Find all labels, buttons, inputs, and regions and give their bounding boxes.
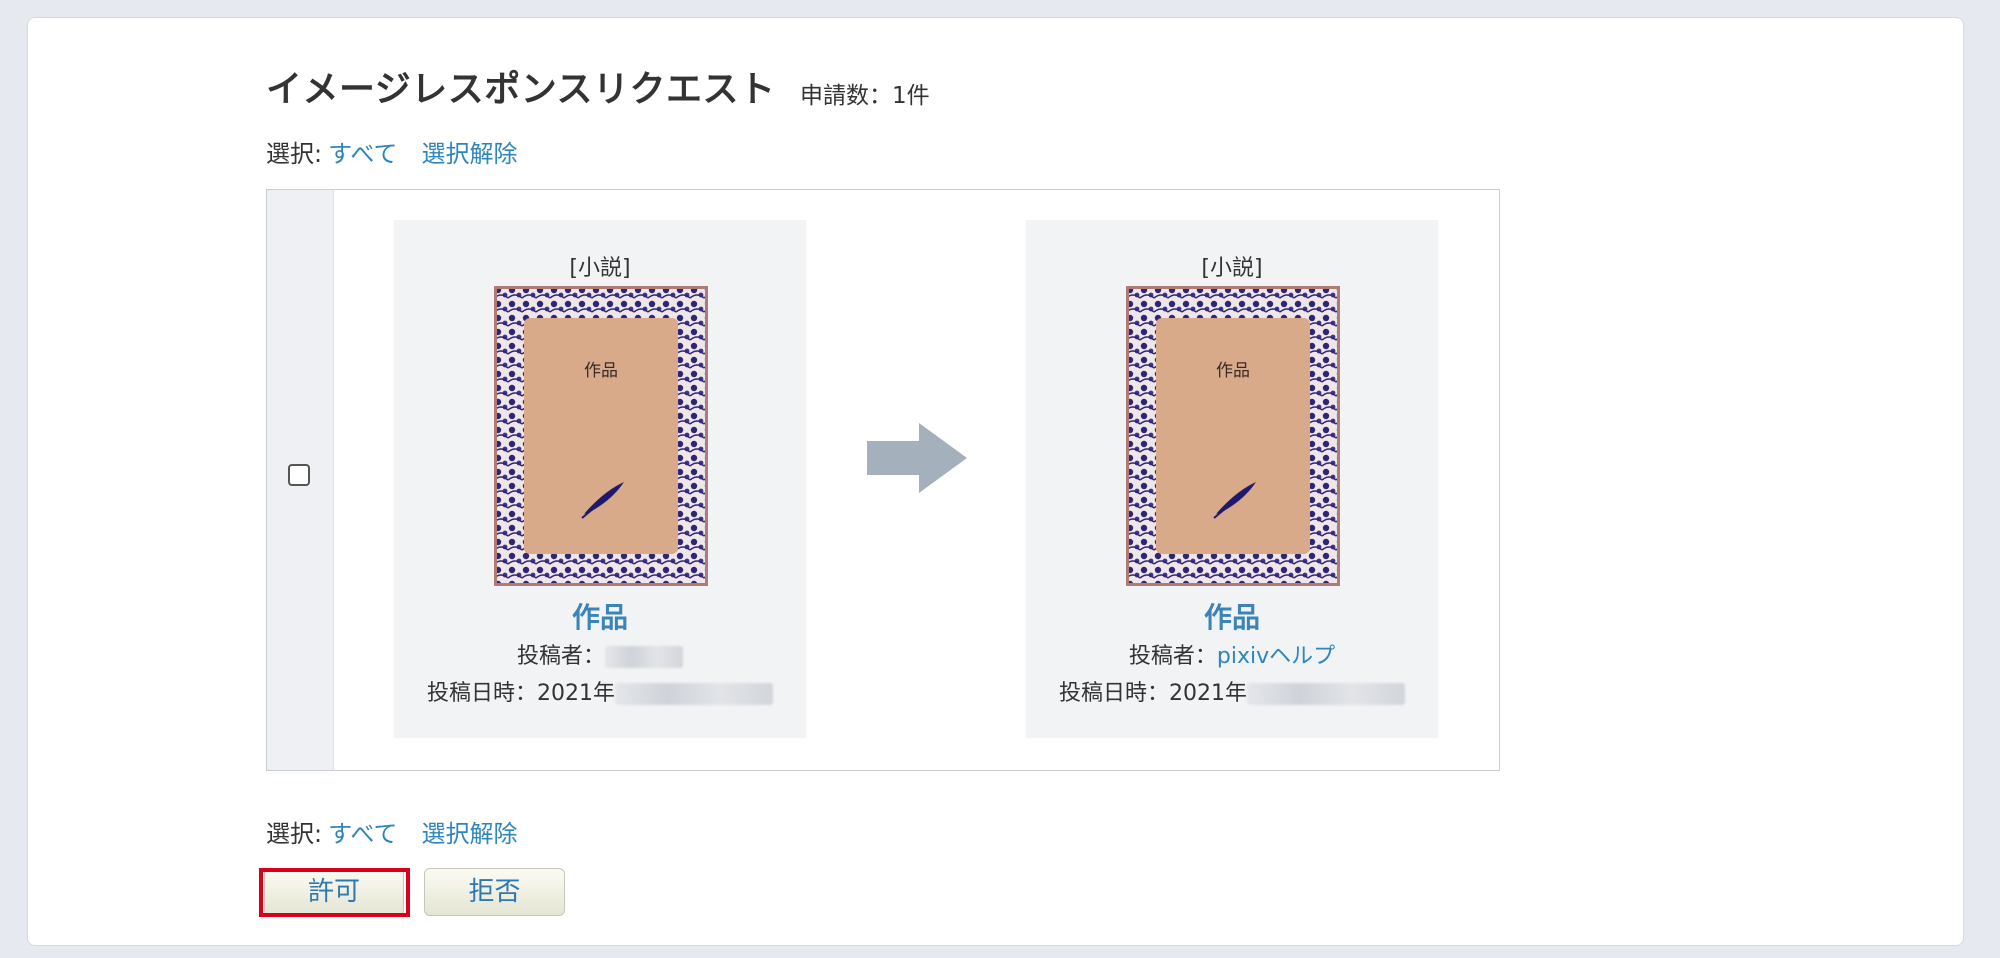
- posted-date: 投稿日時：2021年: [1026, 675, 1438, 707]
- posted-label: 投稿日時：2021年: [1059, 681, 1247, 706]
- response-work-card: [小説] 作品 作品 投稿者：pixivヘルプ 投稿日時：2021年: [1026, 220, 1438, 738]
- posted-date: 投稿日時：2021年: [394, 675, 806, 707]
- checkbox-column: [267, 190, 334, 770]
- poster-info: 投稿者：: [394, 638, 806, 670]
- cover-title: 作品: [1216, 361, 1250, 381]
- posted-label: 投稿日時：2021年: [427, 681, 615, 706]
- selection-label: 選択:: [266, 140, 323, 168]
- poster-label: 投稿者：: [516, 644, 605, 669]
- select-all-link[interactable]: すべて: [328, 140, 397, 168]
- work-title-link[interactable]: 作品: [1026, 596, 1438, 636]
- deny-button[interactable]: 拒否: [424, 868, 565, 916]
- page-title: イメージレスポンスリクエスト: [266, 69, 776, 110]
- deselect-link[interactable]: 選択解除: [421, 140, 517, 168]
- request-checkbox[interactable]: [288, 464, 310, 486]
- novel-cover-image[interactable]: 作品: [494, 286, 708, 586]
- posted-date-redacted: [1247, 683, 1405, 705]
- posted-date-redacted: [615, 683, 773, 705]
- cover-title: 作品: [584, 361, 618, 381]
- selection-label: 選択:: [266, 820, 323, 848]
- allow-button[interactable]: 許可: [264, 868, 404, 916]
- novel-cover-image[interactable]: 作品: [1126, 286, 1340, 586]
- deselect-link[interactable]: 選択解除: [421, 820, 517, 848]
- request-count: 申請数：1件: [800, 83, 930, 109]
- poster-info: 投稿者：pixivヘルプ: [1026, 638, 1438, 670]
- work-title-link[interactable]: 作品: [394, 596, 806, 636]
- selection-bar-top: 選択: すべて 選択解除: [266, 134, 517, 169]
- original-work-card: [小説] 作品 作品 投稿者： 投稿日時：2021年: [394, 220, 806, 738]
- request-item: [小説] 作品 作品 投稿者： 投稿日時：2021年 [小説] 作品 作品 投稿…: [266, 189, 1500, 771]
- poster-label: 投稿者：: [1128, 644, 1217, 669]
- poster-name-redacted: [605, 646, 683, 668]
- select-all-link[interactable]: すべて: [328, 820, 397, 848]
- work-kind: [小説]: [569, 256, 631, 281]
- work-kind: [小説]: [1201, 256, 1263, 281]
- selection-bar-bottom: 選択: すべて 選択解除: [266, 814, 517, 849]
- poster-name-link[interactable]: pixivヘルプ: [1217, 644, 1335, 669]
- arrow-right-icon: [867, 423, 967, 493]
